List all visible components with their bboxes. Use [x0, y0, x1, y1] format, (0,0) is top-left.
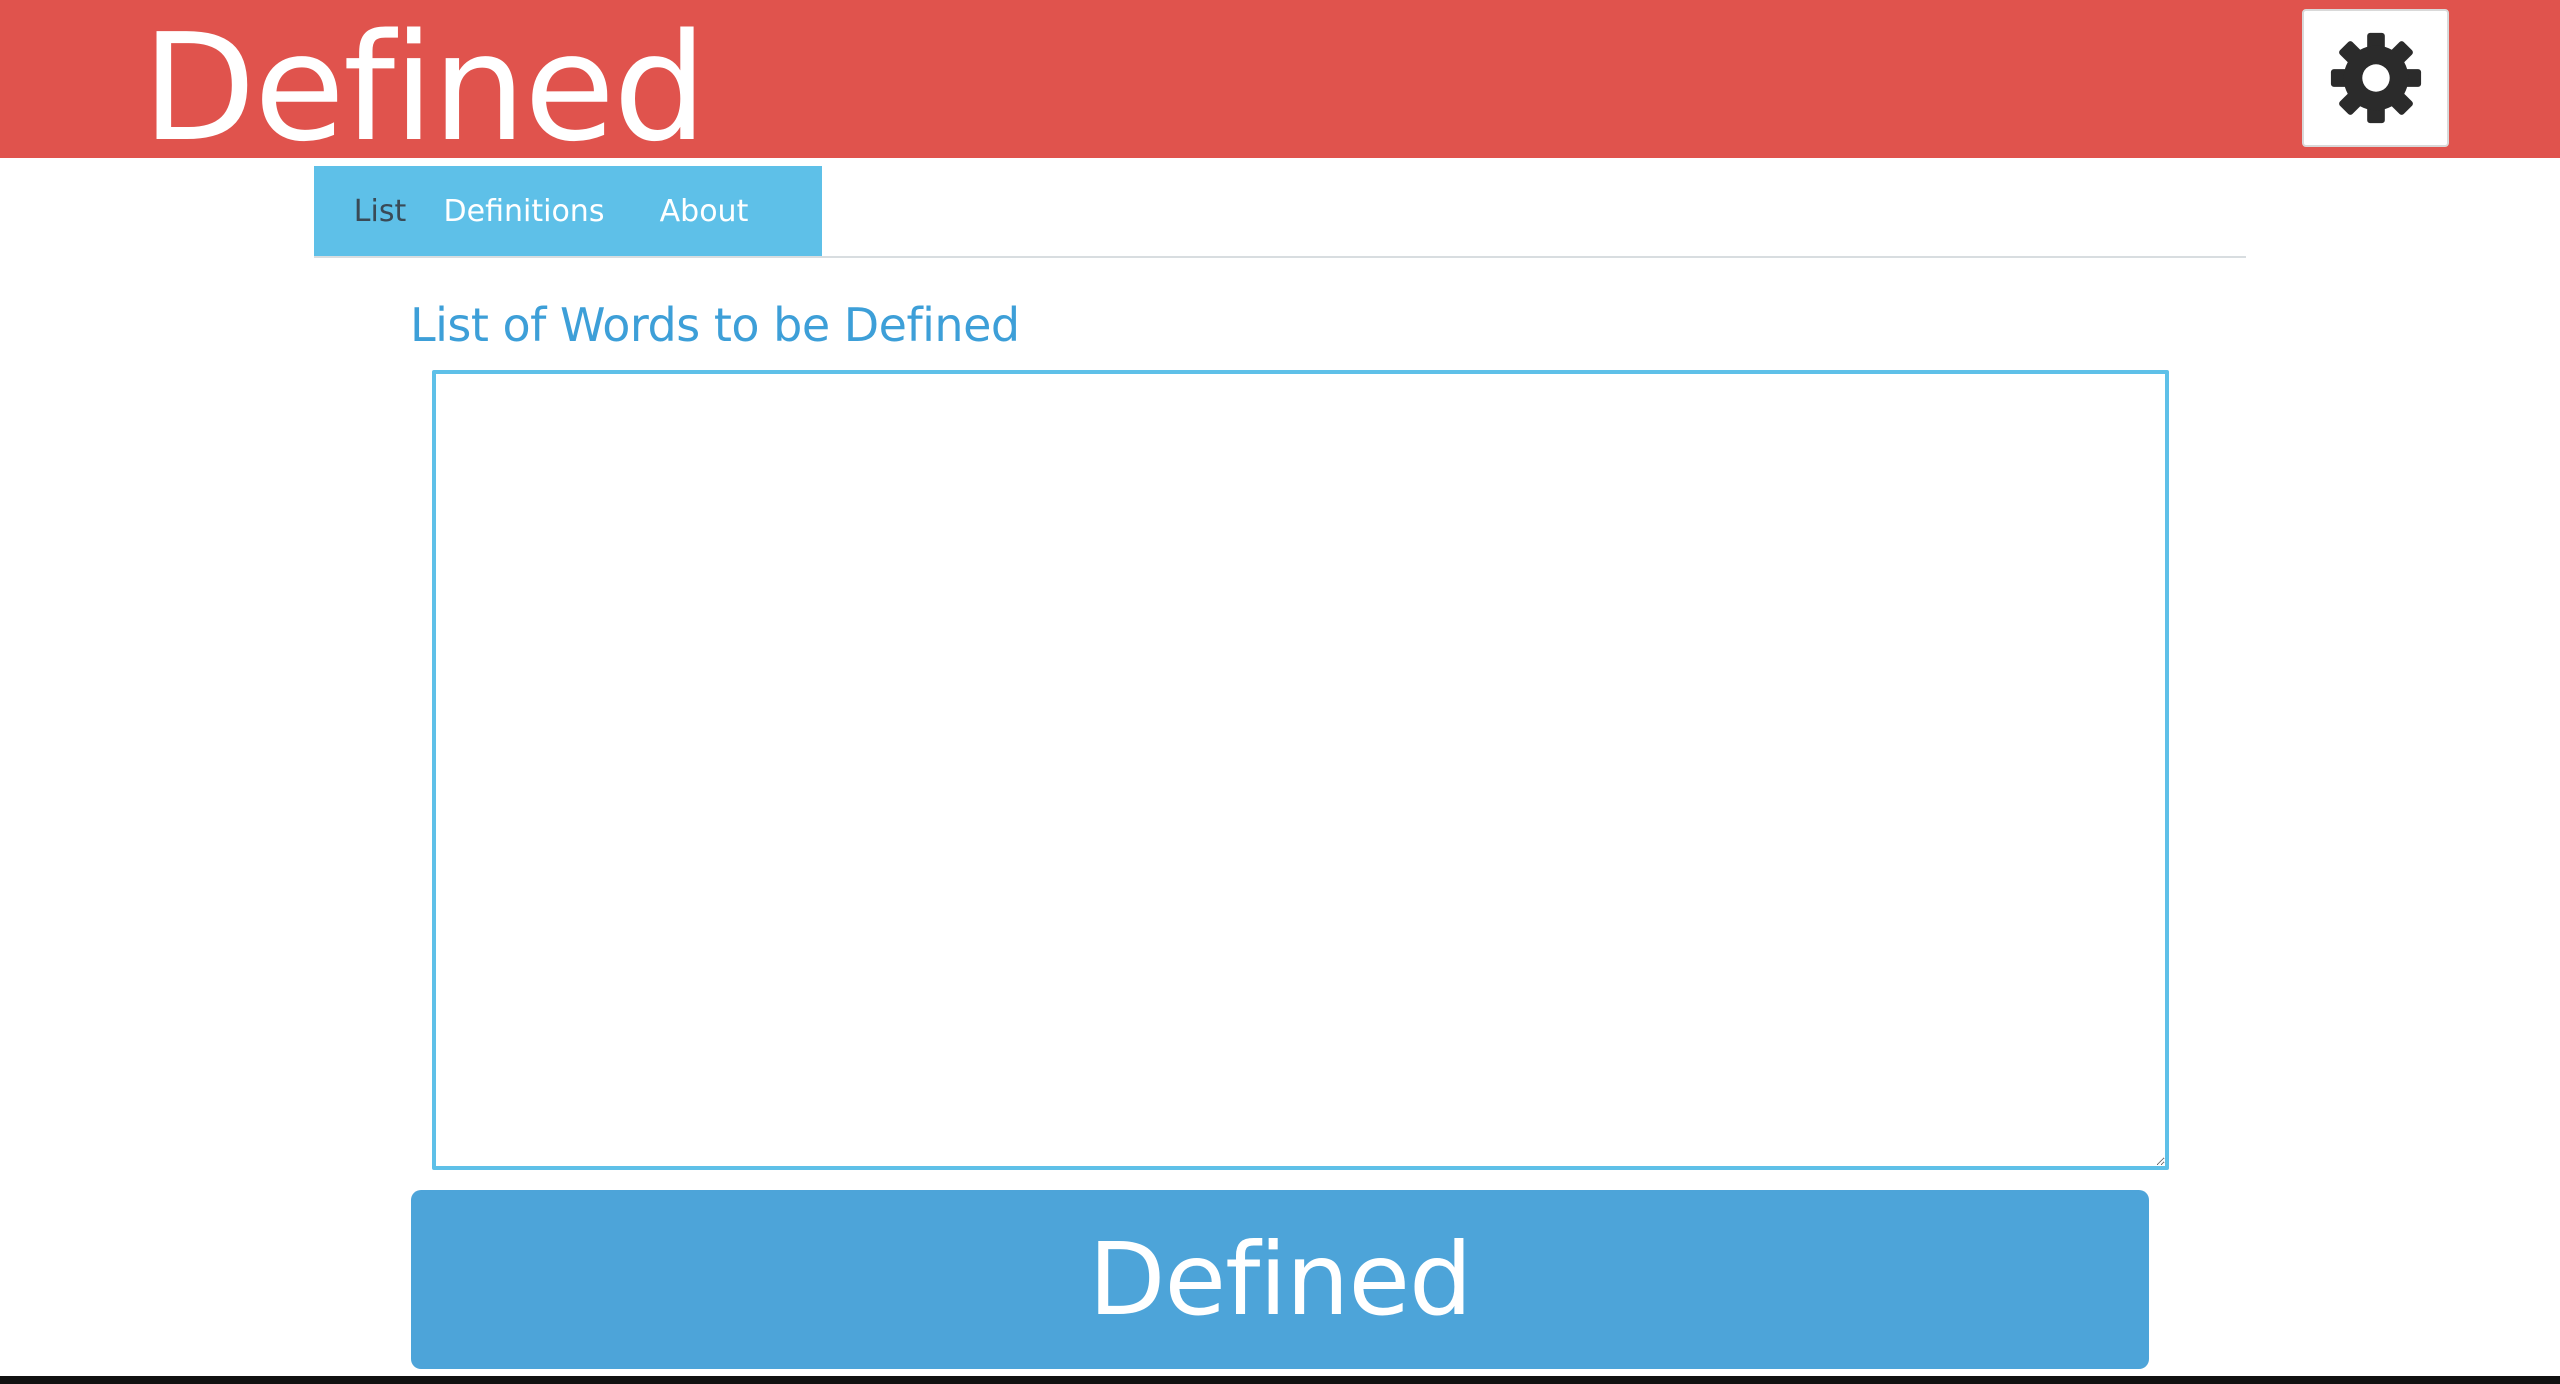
- word-list-heading: List of Words to be Defined: [410, 298, 1020, 352]
- tabs-divider: [314, 256, 2246, 258]
- window-bottom-edge: [0, 1376, 2560, 1384]
- tab-list[interactable]: List: [314, 166, 434, 257]
- app-header: Defined: [0, 0, 2560, 174]
- tab-bar: List Definitions About: [314, 166, 822, 257]
- word-list-input[interactable]: [432, 370, 2169, 1170]
- tab-definitions[interactable]: Definitions: [434, 166, 614, 257]
- settings-button[interactable]: [2302, 9, 2449, 147]
- define-button[interactable]: Defined: [411, 1190, 2149, 1369]
- tab-about[interactable]: About: [614, 166, 814, 257]
- app-title: Defined: [142, 2, 707, 174]
- gear-icon: [2330, 32, 2421, 124]
